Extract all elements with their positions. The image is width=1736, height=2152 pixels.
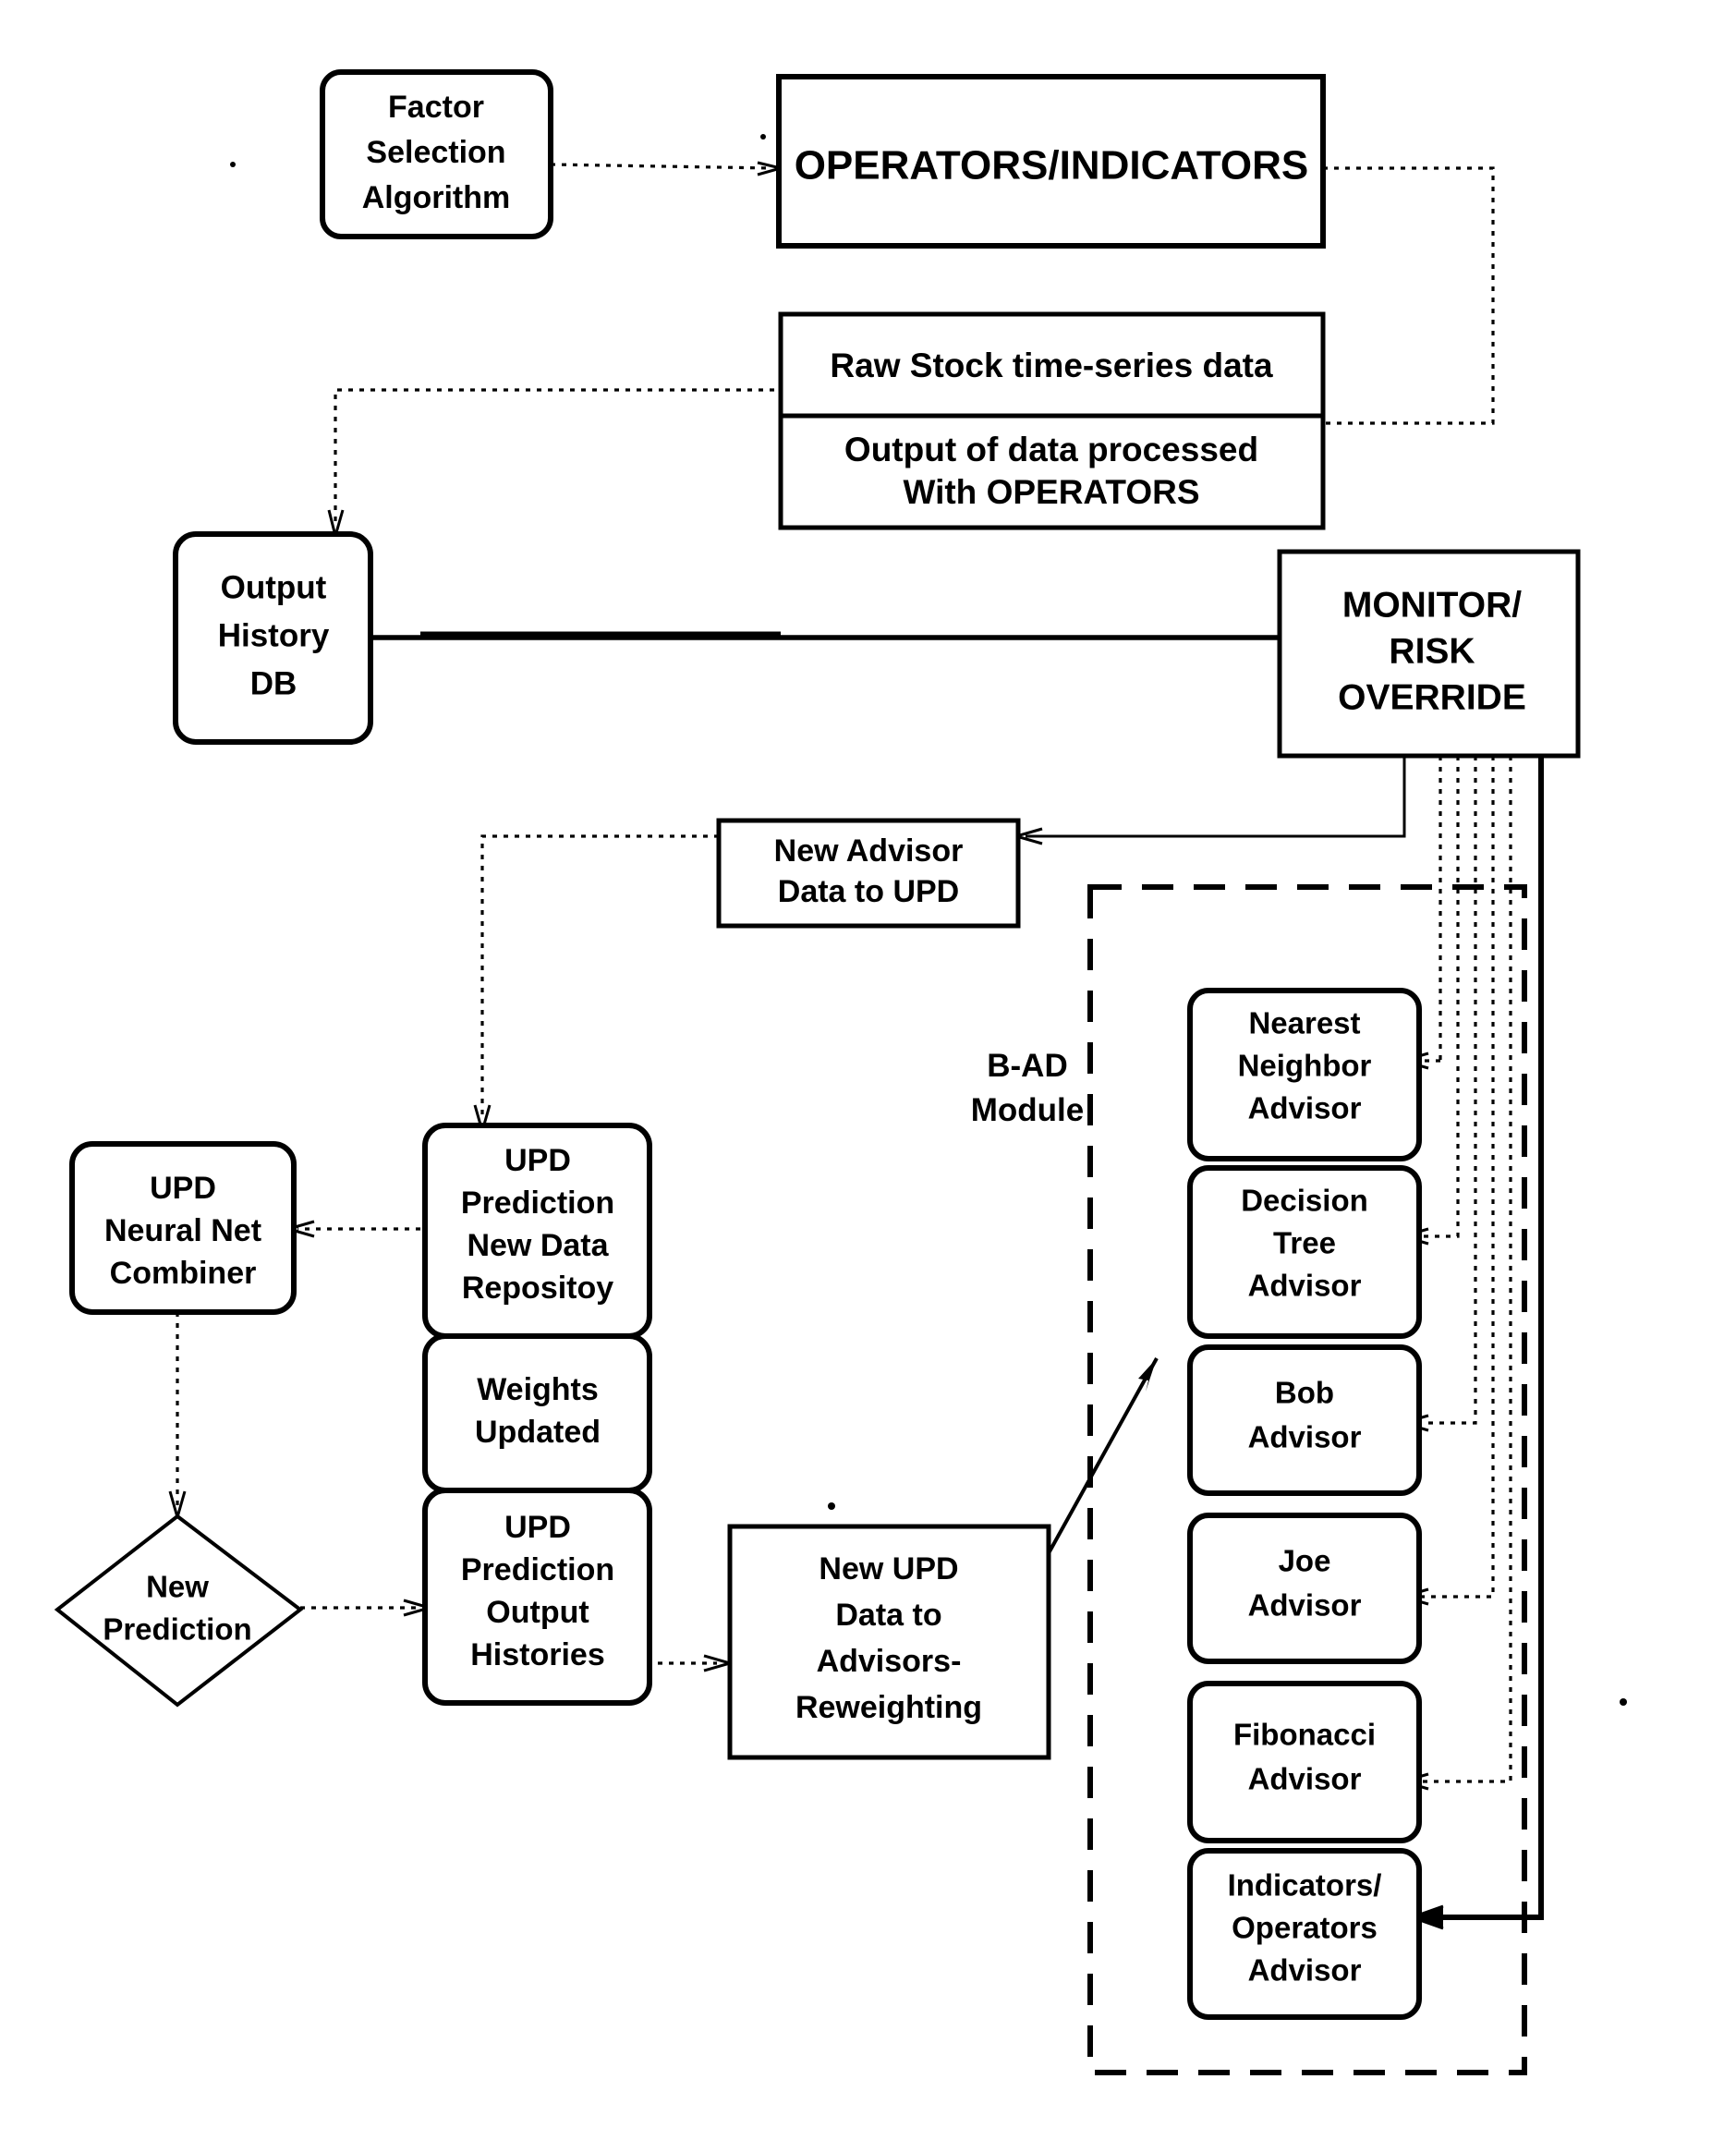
node-fibonacci-advisor[interactable]: Fibonacci Advisor: [1187, 1681, 1422, 1843]
upd-output-line-1: UPD: [504, 1510, 571, 1545]
upd-output-line-4: Histories: [470, 1637, 605, 1672]
upd-neural-net-line-1: UPD: [150, 1171, 216, 1206]
upd-repo-line-3: New Data: [467, 1228, 609, 1263]
upd-output-line-3: Output: [486, 1595, 589, 1630]
bob-advisor-line-2: Advisor: [1248, 1420, 1362, 1454]
flowchart-diagram: Factor Selection Algorithm OPERATORS/IND…: [0, 0, 1736, 2152]
connector-factor-to-operators: [550, 161, 786, 176]
nearest-neighbor-line-1: Nearest: [1248, 1006, 1360, 1040]
fibonacci-advisor-line-2: Advisor: [1248, 1762, 1362, 1796]
connector-newprediction-to-outputhistories: [300, 1599, 435, 1617]
output-history-db-line-3: DB: [250, 665, 297, 701]
b-ad-module-line-1: B-AD: [987, 1048, 1067, 1084]
factor-selection-line-1: Factor: [388, 90, 484, 125]
upd-repo-line-2: Prediction: [461, 1185, 614, 1221]
connector-monitor-to-newadvisordata: [1011, 756, 1406, 845]
indicators-operators-line-2: Operators: [1232, 1911, 1378, 1945]
b-ad-module-line-2: Module: [971, 1092, 1084, 1128]
upd-neural-net-line-2: Neural Net: [104, 1213, 261, 1248]
decision-tree-line-1: Decision: [1241, 1184, 1368, 1218]
node-new-prediction[interactable]: New Prediction: [54, 1514, 304, 1708]
weights-updated-line-1: Weights: [477, 1372, 599, 1407]
nearest-neighbor-line-3: Advisor: [1248, 1091, 1362, 1125]
decision-tree-line-2: Tree: [1273, 1226, 1336, 1260]
joe-advisor-line-1: Joe: [1279, 1544, 1331, 1578]
connector-updrepo-to-neuralnet: [283, 1220, 420, 1238]
node-bob-advisor[interactable]: Bob Advisor: [1187, 1344, 1422, 1496]
monitor-line-1: MONITOR/: [1342, 585, 1522, 625]
node-upd-prediction-output-histories[interactable]: UPD Prediction Output Histories: [422, 1488, 652, 1706]
factor-selection-line-2: Selection: [366, 135, 505, 170]
output-processed-line-2: With OPERATORS: [903, 473, 1199, 511]
upd-repo-line-1: UPD: [504, 1143, 571, 1178]
factor-selection-line-3: Algorithm: [362, 180, 511, 215]
scan-artifact-dot: [828, 1502, 835, 1510]
node-indicators-operators-advisor[interactable]: Indicators/ Operators Advisor: [1187, 1848, 1422, 2020]
weights-updated-box[interactable]: [422, 1333, 652, 1493]
upd-repo-line-4: Repositoy: [462, 1271, 613, 1306]
connector-newadvisordata-to-updrepo: [473, 834, 719, 1137]
monitor-line-3: OVERRIDE: [1338, 677, 1526, 717]
connector-historydb-to-monitor: [368, 631, 1280, 640]
new-upd-data-line-2: Data to: [835, 1598, 941, 1633]
node-output-of-data-processed[interactable]: Output of data processed With OPERATORS: [778, 413, 1326, 530]
output-history-db-line-1: Output: [221, 569, 327, 605]
node-monitor-risk-override[interactable]: MONITOR/ RISK OVERRIDE: [1277, 549, 1581, 759]
output-processed-line-1: Output of data processed: [844, 431, 1258, 468]
node-new-advisor-data-to-upd[interactable]: New Advisor Data to UPD: [716, 818, 1021, 929]
node-output-history-db[interactable]: Output History DB: [173, 531, 373, 745]
joe-advisor-line-2: Advisor: [1248, 1588, 1362, 1623]
new-prediction-line-2: Prediction: [103, 1612, 251, 1647]
connector-outputhistories-to-newupddata: [647, 1654, 735, 1672]
new-advisor-data-line-1: New Advisor: [774, 833, 964, 869]
node-joe-advisor[interactable]: Joe Advisor: [1187, 1513, 1422, 1664]
scan-artifact-dot: [1620, 1698, 1627, 1706]
raw-stock-label: Raw Stock time-series data: [830, 347, 1273, 384]
node-upd-prediction-new-data-repository[interactable]: UPD Prediction New Data Repositoy: [422, 1123, 652, 1339]
weights-updated-line-2: Updated: [475, 1415, 601, 1450]
indicators-operators-line-1: Indicators/: [1228, 1868, 1382, 1903]
scan-artifact-dot: [760, 134, 766, 140]
node-weights-updated[interactable]: Weights Updated: [422, 1333, 652, 1493]
connector-rawstock-to-historydb: [327, 388, 774, 541]
new-upd-data-line-3: Advisors-: [817, 1644, 962, 1679]
bob-advisor-line-1: Bob: [1275, 1376, 1334, 1410]
node-operators-indicators[interactable]: OPERATORS/INDICATORS: [776, 74, 1326, 249]
connector-neuralnet-to-newprediction: [168, 1312, 187, 1523]
node-new-upd-data-to-advisors[interactable]: New UPD Data to Advisors- Reweighting: [727, 1524, 1051, 1760]
b-ad-module-label: B-AD Module: [971, 1048, 1084, 1128]
new-upd-data-line-1: New UPD: [819, 1551, 958, 1587]
node-raw-stock-time-series-data[interactable]: Raw Stock time-series data: [778, 311, 1326, 419]
node-nearest-neighbor-advisor[interactable]: Nearest Neighbor Advisor: [1187, 988, 1422, 1161]
upd-neural-net-line-3: Combiner: [110, 1256, 257, 1291]
indicators-operators-line-3: Advisor: [1248, 1953, 1362, 1988]
node-factor-selection-algorithm[interactable]: Factor Selection Algorithm: [320, 69, 553, 239]
operators-indicators-label: OPERATORS/INDICATORS: [795, 143, 1309, 188]
node-upd-neural-net-combiner[interactable]: UPD Neural Net Combiner: [69, 1141, 297, 1315]
new-upd-data-line-4: Reweighting: [795, 1690, 982, 1725]
upd-output-line-2: Prediction: [461, 1552, 614, 1587]
nearest-neighbor-line-2: Neighbor: [1238, 1049, 1372, 1083]
new-prediction-diamond[interactable]: [54, 1514, 304, 1708]
monitor-line-2: RISK: [1389, 631, 1475, 671]
fibonacci-advisor-line-1: Fibonacci: [1233, 1718, 1376, 1752]
flowchart-canvas: Factor Selection Algorithm OPERATORS/IND…: [54, 69, 1627, 2075]
new-advisor-data-line-2: Data to UPD: [778, 874, 959, 909]
node-decision-tree-advisor[interactable]: Decision Tree Advisor: [1187, 1165, 1422, 1339]
decision-tree-line-3: Advisor: [1248, 1269, 1362, 1303]
new-prediction-line-1: New: [146, 1570, 209, 1604]
output-history-db-line-2: History: [218, 617, 330, 653]
scan-artifact-dot: [230, 162, 236, 167]
